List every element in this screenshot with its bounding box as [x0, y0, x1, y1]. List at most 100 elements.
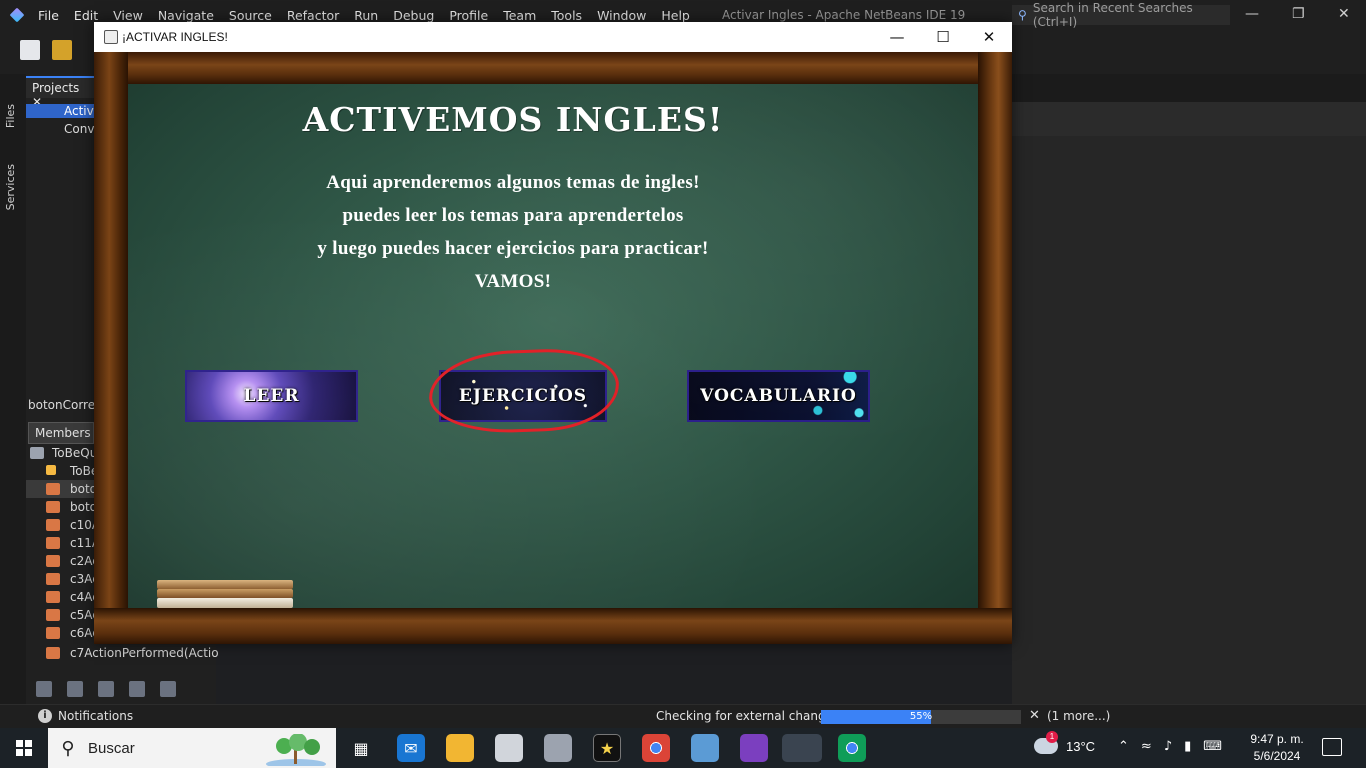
- notification-center-icon[interactable]: [1322, 738, 1342, 756]
- menu-refactor[interactable]: Refactor: [287, 8, 339, 23]
- filter-icon[interactable]: [98, 681, 114, 697]
- menu-view[interactable]: View: [113, 8, 143, 23]
- menu-profile[interactable]: Profile: [449, 8, 488, 23]
- cloud-icon: 1: [1034, 731, 1058, 754]
- task-view-icon[interactable]: ▦: [347, 734, 375, 762]
- class-icon: [30, 447, 44, 459]
- photos-app-icon[interactable]: [495, 734, 523, 762]
- ide-close-button[interactable]: ✕: [1338, 6, 1350, 22]
- menu-edit[interactable]: Edit: [74, 8, 98, 23]
- menu-navigate[interactable]: Navigate: [158, 8, 214, 23]
- services-side-tab[interactable]: Services: [4, 164, 17, 210]
- leer-button[interactable]: LEER: [185, 370, 358, 422]
- method-icon: [46, 483, 60, 495]
- projects-tab-label: Projects: [32, 81, 80, 95]
- navigator-title: botonCorreg: [28, 398, 103, 412]
- menu-file[interactable]: File: [38, 8, 59, 23]
- maximize-button[interactable]: ☐: [920, 22, 966, 52]
- filter-icon[interactable]: [129, 681, 145, 697]
- vocabulario-button[interactable]: VOCABULARIO: [687, 370, 870, 422]
- chrome-app-icon[interactable]: [642, 734, 670, 762]
- members-dropdown[interactable]: Members: [28, 422, 94, 444]
- member-label: boto: [70, 500, 98, 514]
- search-icon: ⚲: [61, 737, 75, 758]
- method-icon: [46, 573, 60, 585]
- intro-line-3: y luego puedes hacer ejercicios para pra…: [317, 238, 709, 259]
- java-window-icon: [104, 30, 118, 44]
- chevron-up-icon[interactable]: ⌃: [1118, 739, 1129, 754]
- close-button[interactable]: ✕: [966, 22, 1012, 52]
- more-tasks-link[interactable]: (1 more...): [1047, 709, 1110, 723]
- method-icon: [46, 627, 60, 639]
- ide-search-placeholder: Search in Recent Searches (Ctrl+I): [1032, 1, 1193, 29]
- intro-line-4: VAMOS!: [474, 271, 552, 292]
- menu-help[interactable]: Help: [661, 8, 690, 23]
- new-project-icon[interactable]: [52, 40, 72, 60]
- activar-ingles-window: ¡ACTIVAR INGLES! — ☐ ✕ ACTIVEMOS INGLES!…: [94, 22, 1012, 644]
- java-app-icon[interactable]: [782, 734, 822, 762]
- search-highlight-tree-icon: [266, 734, 326, 766]
- field-icon: [46, 465, 56, 475]
- notifications-label: Notifications: [58, 709, 134, 723]
- progress-text: Checking for external changes: [656, 709, 840, 723]
- paint-app-icon[interactable]: [544, 734, 572, 762]
- ide-status-bar: i Notifications Checking for external ch…: [0, 704, 1366, 728]
- ejercicios-button[interactable]: EJERCICIOS: [439, 370, 607, 422]
- menu-tools[interactable]: Tools: [551, 8, 582, 23]
- tab-projects[interactable]: Projects ✕: [26, 76, 94, 109]
- menu-window[interactable]: Window: [597, 8, 646, 23]
- mail-app-icon[interactable]: ✉: [397, 734, 425, 762]
- filter-icon[interactable]: [160, 681, 176, 697]
- netbeans-logo-icon: [9, 7, 25, 23]
- page-title: ACTIVEMOS INGLES!: [302, 100, 724, 139]
- book: [157, 589, 293, 598]
- menu-team[interactable]: Team: [503, 8, 536, 23]
- new-file-icon[interactable]: [20, 40, 40, 60]
- menu-debug[interactable]: Debug: [393, 8, 434, 23]
- project-item-activar[interactable]: Activ: [26, 104, 94, 118]
- member-item[interactable]: c7ActionPerformed(Actio: [26, 644, 219, 662]
- volume-icon[interactable]: ♪: [1164, 739, 1172, 754]
- method-icon: [46, 519, 60, 531]
- weather-widget[interactable]: 1 13°C: [1034, 731, 1095, 754]
- notifications-button[interactable]: i Notifications: [38, 709, 133, 723]
- ide-window-title: Activar Ingles - Apache NetBeans IDE 19: [722, 8, 966, 22]
- cancel-progress-icon[interactable]: ✕: [1029, 708, 1040, 723]
- method-icon: [46, 591, 60, 603]
- project-item-conv[interactable]: Conv: [26, 122, 94, 136]
- system-tray: ⌃ ≈ ♪ ▮ ⌨: [1118, 739, 1222, 754]
- ide-restore-button[interactable]: ❐: [1292, 6, 1305, 22]
- taskbar-clock[interactable]: 9:47 p. m. 5/6/2024: [1246, 731, 1308, 765]
- method-icon: [46, 609, 60, 621]
- star-app-icon[interactable]: ★: [593, 734, 621, 762]
- ide-minimize-button[interactable]: —: [1245, 6, 1259, 22]
- navigator-toolbar: [26, 678, 216, 700]
- books-stack: [157, 580, 293, 608]
- minimize-button[interactable]: —: [874, 22, 920, 52]
- ide-search-field[interactable]: ⚲ Search in Recent Searches (Ctrl+I): [1012, 1, 1230, 29]
- book: [157, 598, 293, 608]
- progress-percent: 55%: [909, 711, 933, 722]
- intro-line-2: puedes leer los temas para aprendertelos: [342, 205, 684, 226]
- menu-source[interactable]: Source: [229, 8, 272, 23]
- netbeans-app-icon[interactable]: [691, 734, 719, 762]
- keyboard-icon[interactable]: ⌨: [1203, 739, 1222, 754]
- projects-panel: Projects ✕ Activ Conv: [26, 74, 94, 394]
- member-label: c7ActionPerformed(Actio: [70, 646, 219, 660]
- windows-logo-icon: [25, 740, 32, 747]
- book: [157, 580, 293, 589]
- frame-right: [978, 52, 1012, 644]
- wifi-icon[interactable]: ≈: [1141, 739, 1152, 754]
- frame-left: [94, 52, 128, 644]
- filter-icon[interactable]: [67, 681, 83, 697]
- info-icon: i: [38, 709, 52, 723]
- menu-run[interactable]: Run: [354, 8, 378, 23]
- battery-icon[interactable]: ▮: [1184, 739, 1191, 754]
- github-app-icon[interactable]: [740, 734, 768, 762]
- chrome-profile-app-icon[interactable]: [838, 734, 866, 762]
- method-icon: [46, 537, 60, 549]
- files-side-tab[interactable]: Files: [4, 104, 17, 128]
- filter-icon[interactable]: [36, 681, 52, 697]
- start-button[interactable]: [16, 740, 32, 756]
- file-explorer-icon[interactable]: [446, 734, 474, 762]
